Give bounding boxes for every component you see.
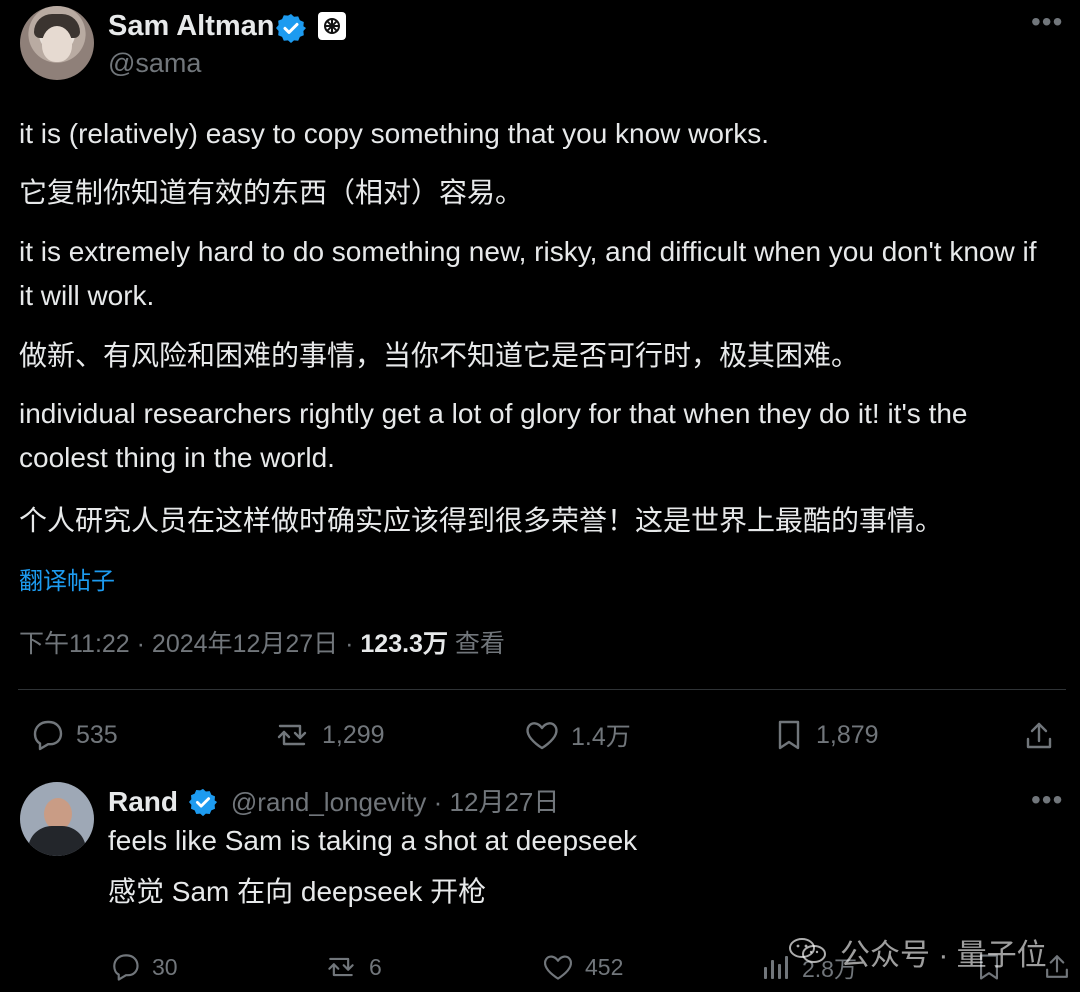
reply-author-handle[interactable]: @rand_longevity · 12月27日 xyxy=(231,787,559,817)
reply-heart-icon xyxy=(541,950,575,984)
tweet-paragraph-2: 它复制你知道有效的东西（相对）容易。 xyxy=(19,177,524,208)
tweet-views-count: 123.3万 xyxy=(360,630,448,658)
reply-header: Rand @rand_longevity · 12月27日 xyxy=(108,782,559,819)
tweet-paragraph-1: it is (relatively) easy to copy somethin… xyxy=(19,118,770,149)
tweet-divider xyxy=(18,689,1066,690)
author-handle[interactable]: @sama xyxy=(108,48,201,79)
tweet-timestamp[interactable]: 下午11:22 · 2024年12月27日 · xyxy=(19,630,353,658)
reply-reply-count: 30 xyxy=(152,953,178,980)
bookmark-count: 1,879 xyxy=(816,720,879,749)
like-button[interactable]: 1.4万 xyxy=(523,716,631,754)
repost-icon xyxy=(272,716,312,754)
repost-count: 1,299 xyxy=(322,720,385,749)
reply-author-name[interactable]: Rand xyxy=(108,786,178,817)
reply-repost-count: 6 xyxy=(369,953,382,980)
wechat-icon xyxy=(786,934,830,970)
verified-badge-icon xyxy=(275,12,307,44)
author-name[interactable]: Sam Altman xyxy=(108,10,275,43)
author-avatar[interactable] xyxy=(20,6,94,80)
reply-text: feels like Sam is taking a shot at deeps… xyxy=(108,825,638,856)
reply-count: 535 xyxy=(76,720,118,749)
tweet-paragraph-6: 个人研究人员在这样做时确实应该得到很多荣誉！这是世界上最酷的事情。 xyxy=(19,505,944,536)
share-icon[interactable] xyxy=(1020,717,1058,755)
reply-translation: 感觉 Sam 在向 deepseek 开枪 xyxy=(108,876,487,907)
reply-repost-button[interactable]: 6 xyxy=(323,950,382,984)
reply-icon xyxy=(28,716,66,754)
reply-like-count: 452 xyxy=(585,953,624,980)
reply-reply-icon xyxy=(108,950,142,984)
reply-reply-button[interactable]: 30 xyxy=(108,950,178,984)
tweet-meta: 下午11:22 · 2024年12月27日 · 123.3万 查看 xyxy=(19,624,505,660)
translate-post-link[interactable]: 翻译帖子 xyxy=(19,561,115,596)
openai-logo-icon xyxy=(318,12,346,40)
tweet-paragraph-4: 做新、有风险和困难的事情，当你不知道它是否可行时，极其困难。 xyxy=(19,340,860,371)
reply-button[interactable]: 535 xyxy=(28,716,118,754)
more-options-icon[interactable]: ••• xyxy=(1031,6,1063,38)
reply-verified-badge-icon xyxy=(188,787,218,817)
watermark: 公众号 · 量子位 xyxy=(786,930,1047,974)
tweet-views-label: 查看 xyxy=(454,630,505,658)
bookmark-icon xyxy=(772,716,806,754)
watermark-text: 公众号 · 量子位 xyxy=(840,939,1047,972)
repost-button[interactable]: 1,299 xyxy=(272,716,385,754)
reply-like-button[interactable]: 452 xyxy=(541,950,623,984)
bookmark-button[interactable]: 1,879 xyxy=(772,716,879,754)
reply-author-avatar[interactable] xyxy=(20,782,94,856)
heart-icon xyxy=(523,716,561,754)
tweet-paragraph-5: individual researchers rightly get a lot… xyxy=(19,398,968,473)
reply-repost-icon xyxy=(323,950,359,984)
tweet-paragraph-3: it is extremely hard to do something new… xyxy=(19,236,1037,311)
like-count: 1.4万 xyxy=(571,723,631,751)
reply-more-options-icon[interactable]: ••• xyxy=(1031,784,1063,816)
